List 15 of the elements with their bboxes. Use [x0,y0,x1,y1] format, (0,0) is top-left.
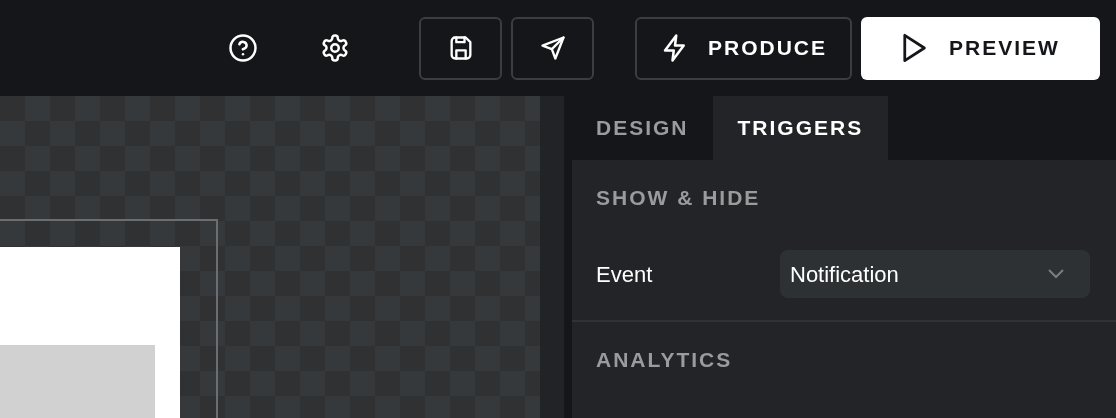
chevron-down-icon [1048,269,1064,279]
preview-button[interactable]: PREVIEW [861,16,1100,80]
event-dropdown[interactable]: Notification [780,250,1090,298]
tab[interactable]: TRIGGERS [712,96,889,160]
help-icon [228,33,258,63]
send-button[interactable] [511,16,594,80]
save-button[interactable] [419,16,502,80]
play-icon [901,33,928,63]
paper-plane-icon [538,34,567,62]
produce-button[interactable]: PRODUCE [635,16,852,80]
section-heading: SHOW & HIDE [595,185,762,211]
settings-icon [320,33,350,63]
field-label: Event [596,260,654,289]
section-heading: ANALYTICS [595,347,734,373]
tab[interactable]: DESIGN [572,96,713,160]
